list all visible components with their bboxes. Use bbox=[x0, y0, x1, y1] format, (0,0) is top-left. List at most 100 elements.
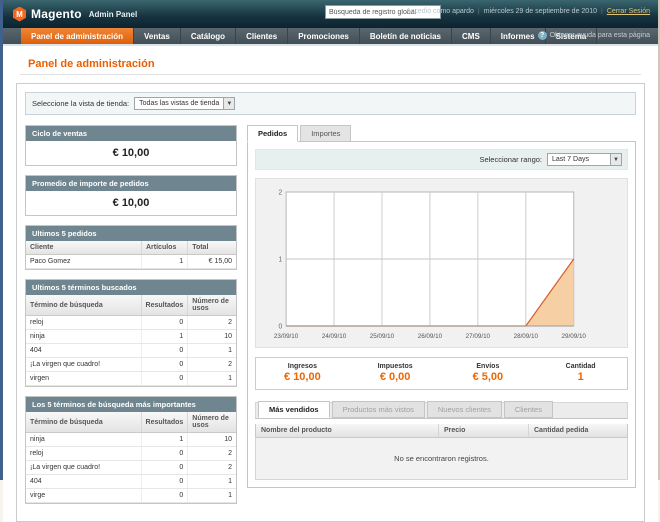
magento-logo-icon: M bbox=[13, 7, 26, 22]
logged-in-as: Accedió como apardo bbox=[406, 8, 474, 15]
table-row: virgen01 bbox=[26, 372, 236, 386]
store-view-bar: Seleccione la vista de tienda: Todas las… bbox=[25, 92, 636, 115]
dashboard-container: Seleccione la vista de tienda: Todas las… bbox=[16, 83, 645, 522]
orders-chart: 01223/09/1024/09/1025/09/1026/09/1027/09… bbox=[255, 178, 628, 348]
table-row: reloj02 bbox=[26, 316, 236, 330]
table-cell: 1 bbox=[142, 255, 188, 269]
tab-productos-mas-vistos[interactable]: Productos más vistos bbox=[332, 401, 425, 418]
table-cell: virgen bbox=[26, 372, 141, 386]
svg-text:24/09/10: 24/09/10 bbox=[322, 333, 347, 340]
table-row: ninja110 bbox=[26, 433, 236, 447]
column-header[interactable]: Resultados bbox=[141, 412, 188, 433]
nav-item-catalogo[interactable]: Catálogo bbox=[181, 28, 236, 44]
sales-cycle-card: Ciclo de ventas € 10,00 bbox=[25, 125, 237, 166]
table-cell: 1 bbox=[141, 433, 188, 447]
dashboard-left-column: Ciclo de ventas € 10,00 Promedio de impo… bbox=[25, 125, 237, 513]
column-header[interactable]: Término de búsqueda bbox=[26, 295, 141, 316]
column-header[interactable]: Total bbox=[188, 241, 236, 255]
last-search-terms-title: Ultimos 5 términos buscados bbox=[26, 280, 236, 295]
help-link[interactable]: ? Obtener ayuda para esta página bbox=[538, 31, 650, 40]
column-header[interactable]: Cantidad pedida bbox=[529, 424, 627, 437]
column-header[interactable]: Resultados bbox=[141, 295, 188, 316]
table-cell: 2 bbox=[188, 461, 236, 475]
chart-tabs: Pedidos Importes bbox=[247, 125, 636, 142]
table-cell: 1 bbox=[188, 344, 236, 358]
sales-cycle-value: € 10,00 bbox=[26, 141, 236, 165]
top-header: M Magento Admin Panel Accedió como apard… bbox=[3, 0, 658, 28]
logo-subtext: Admin Panel bbox=[89, 10, 137, 19]
dashboard-right-column: Pedidos Importes Seleccionar rango: Last… bbox=[247, 125, 636, 513]
last-orders-table: Cliente Artículos Total Paco Gomez1€ 15,… bbox=[26, 241, 236, 269]
table-cell: 0 bbox=[141, 344, 188, 358]
table-cell: 0 bbox=[141, 461, 188, 475]
table-row: ¡La virgen que cuadro!02 bbox=[26, 358, 236, 372]
table-cell: 1 bbox=[188, 489, 236, 503]
total-impuestos: Impuestos € 0,00 bbox=[349, 363, 442, 383]
products-tabs: Más vendidos Productos más vistos Nuevos… bbox=[255, 402, 628, 419]
table-cell: ¡La virgen que cuadro! bbox=[26, 358, 141, 372]
column-header[interactable]: Artículos bbox=[142, 241, 188, 255]
table-row: 40401 bbox=[26, 344, 236, 358]
top-search-terms-table: Término de búsqueda Resultados Número de… bbox=[26, 412, 236, 503]
page-title: Panel de administración bbox=[28, 58, 645, 70]
nav-item-ventas[interactable]: Ventas bbox=[134, 28, 181, 44]
tab-nuevos-clientes[interactable]: Nuevos clientes bbox=[427, 401, 502, 418]
chevron-down-icon: ▼ bbox=[223, 98, 234, 109]
table-cell: ¡La virgen que cuadro! bbox=[26, 461, 141, 475]
header-user-info: Accedió como apardo|miércoles 29 de sept… bbox=[406, 8, 650, 15]
column-header[interactable]: Precio bbox=[439, 424, 529, 437]
svg-text:27/09/10: 27/09/10 bbox=[466, 333, 491, 340]
last-orders-card: Ultimos 5 pedidos Cliente Artículos Tota… bbox=[25, 225, 237, 270]
nav-item-cms[interactable]: CMS bbox=[452, 28, 491, 44]
table-cell: ninja bbox=[26, 433, 141, 447]
table-cell: 2 bbox=[188, 358, 236, 372]
table-cell: 2 bbox=[188, 447, 236, 461]
top-search-terms-title: Los 5 términos de búsqueda más important… bbox=[26, 397, 236, 412]
totals-strip: Ingresos € 10,00 Impuestos € 0,00 Envíos… bbox=[255, 357, 628, 390]
table-cell: € 15,00 bbox=[188, 255, 236, 269]
nav-item-promociones[interactable]: Promociones bbox=[288, 28, 360, 44]
column-header[interactable]: Número de usos bbox=[188, 412, 236, 433]
tab-pedidos[interactable]: Pedidos bbox=[247, 125, 298, 142]
table-cell: 10 bbox=[188, 433, 236, 447]
table-cell: 1 bbox=[141, 330, 188, 344]
range-select[interactable]: Last 7 Days ▼ bbox=[547, 153, 622, 166]
svg-text:0: 0 bbox=[278, 323, 282, 330]
average-order-value: € 10,00 bbox=[26, 191, 236, 215]
table-cell: 0 bbox=[141, 316, 188, 330]
table-cell: 0 bbox=[141, 358, 188, 372]
nav-item-dashboard[interactable]: Panel de administración bbox=[21, 28, 134, 44]
top-search-terms-card: Los 5 términos de búsqueda más important… bbox=[25, 396, 237, 504]
column-header[interactable]: Nombre del producto bbox=[256, 424, 439, 437]
tab-clientes[interactable]: Clientes bbox=[504, 401, 553, 418]
magento-logo: M Magento Admin Panel bbox=[13, 7, 137, 22]
tab-mas-vendidos[interactable]: Más vendidos bbox=[258, 401, 330, 418]
tab-importes[interactable]: Importes bbox=[300, 125, 351, 142]
logout-link[interactable]: Cerrar Sesión bbox=[607, 8, 650, 15]
table-cell: 404 bbox=[26, 344, 141, 358]
chart-panel: Seleccionar rango: Last 7 Days ▼ 01223/0… bbox=[247, 141, 636, 488]
last-search-terms-card: Ultimos 5 términos buscados Término de b… bbox=[25, 279, 237, 387]
nav-item-boletin[interactable]: Boletín de noticias bbox=[360, 28, 452, 44]
empty-records-message: No se encontraron registros. bbox=[255, 438, 628, 480]
nav-item-clientes[interactable]: Clientes bbox=[236, 28, 288, 44]
table-row: Paco Gomez1€ 15,00 bbox=[26, 255, 236, 269]
current-date: miércoles 29 de septiembre de 2010 bbox=[484, 8, 597, 15]
table-cell: ninja bbox=[26, 330, 141, 344]
table-cell: Paco Gomez bbox=[26, 255, 142, 269]
table-cell: reloj bbox=[26, 447, 141, 461]
svg-text:23/09/10: 23/09/10 bbox=[274, 333, 299, 340]
average-order-card: Promedio de importe de pedidos € 10,00 bbox=[25, 175, 237, 216]
store-view-select[interactable]: Todas las vistas de tienda ▼ bbox=[134, 97, 235, 110]
table-cell: 10 bbox=[188, 330, 236, 344]
range-label: Seleccionar rango: bbox=[479, 155, 542, 164]
orders-area-chart: 01223/09/1024/09/1025/09/1026/09/1027/09… bbox=[261, 184, 622, 342]
table-cell: 1 bbox=[188, 372, 236, 386]
main-nav: Panel de administración Ventas Catálogo … bbox=[3, 28, 658, 46]
table-cell: 0 bbox=[141, 489, 188, 503]
column-header[interactable]: Cliente bbox=[26, 241, 142, 255]
table-cell: 2 bbox=[188, 316, 236, 330]
column-header[interactable]: Número de usos bbox=[188, 295, 236, 316]
column-header[interactable]: Término de búsqueda bbox=[26, 412, 141, 433]
table-row: ninja110 bbox=[26, 330, 236, 344]
